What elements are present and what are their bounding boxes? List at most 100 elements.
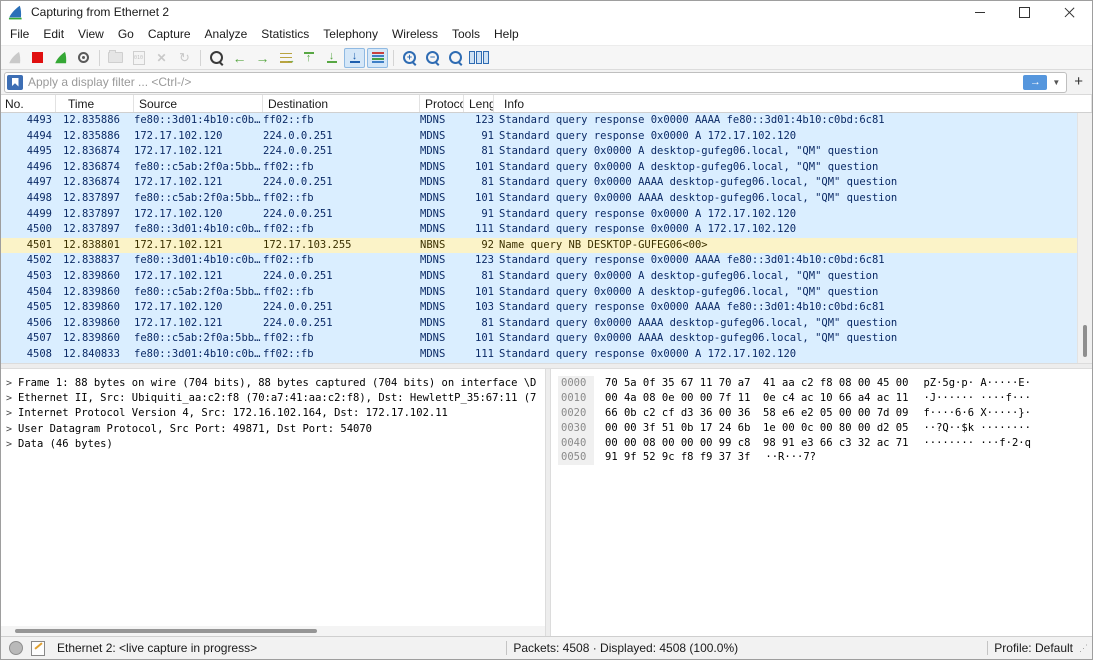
profile-text[interactable]: Profile: Default [994, 641, 1073, 655]
resize-columns-button[interactable] [468, 48, 489, 68]
capture-comment-icon[interactable] [31, 641, 45, 656]
packet-bytes-pane[interactable]: 000070 5a 0f 35 67 11 70 a7 41 aa c2 f8 … [551, 369, 1092, 636]
hex-ascii[interactable]: ·J······ ····f··· [923, 392, 1030, 404]
packet-row-4508[interactable]: 450812.840833fe80::3d01:4b10:c0b…ff02::f… [1, 347, 1092, 363]
column-header-source[interactable]: Source [134, 95, 263, 112]
menu-capture[interactable]: Capture [141, 24, 198, 44]
packet-row-4496[interactable]: 449612.836874fe80::c5ab:2f0a:5bb…ff02::f… [1, 160, 1092, 176]
hex-row-0040[interactable]: 004000 00 08 00 00 00 99 c8 98 91 e3 66 … [551, 436, 1092, 451]
column-header-info[interactable]: Info [499, 95, 1092, 112]
hex-bytes[interactable]: 00 00 08 00 00 00 99 c8 98 91 e3 66 c3 3… [605, 437, 908, 449]
detail-line-0[interactable]: >Frame 1: 88 bytes on wire (704 bits), 8… [1, 376, 545, 391]
add-filter-button[interactable]: + [1067, 73, 1089, 92]
hex-ascii[interactable]: f····6·6 X·····}· [923, 407, 1030, 419]
hex-ascii[interactable]: pZ·5g·p· A·····E· [923, 377, 1030, 389]
hex-row-0050[interactable]: 005091 9f 52 9c f8 f9 37 3f··R···7? [551, 450, 1092, 465]
detail-line-1[interactable]: >Ethernet II, Src: Ubiquiti_aa:c2:f8 (70… [1, 391, 545, 406]
hex-bytes[interactable]: 00 00 3f 51 0b 17 24 6b 1e 00 0c 00 80 0… [605, 422, 908, 434]
packet-row-4501[interactable]: 450112.838801172.17.102.121172.17.103.25… [1, 238, 1092, 254]
packet-row-4493[interactable]: 449312.835886fe80::3d01:4b10:c0b…ff02::f… [1, 113, 1092, 129]
packet-row-4505[interactable]: 450512.839860172.17.102.120224.0.0.251MD… [1, 300, 1092, 316]
details-horizontal-scrollbar[interactable] [1, 626, 545, 636]
go-forward-button[interactable]: → [252, 48, 273, 68]
detail-line-3[interactable]: >User Datagram Protocol, Src Port: 49871… [1, 422, 545, 437]
go-back-button[interactable]: ← [229, 48, 250, 68]
packet-row-4497[interactable]: 449712.836874172.17.102.121224.0.0.251MD… [1, 175, 1092, 191]
stop-capture-button[interactable] [27, 48, 48, 68]
display-filter-input[interactable] [26, 74, 1023, 90]
packet-row-4495[interactable]: 449512.836874172.17.102.121224.0.0.251MD… [1, 144, 1092, 160]
expand-chevron-icon[interactable]: > [6, 391, 18, 406]
zoom-reset-button[interactable] [445, 48, 466, 68]
maximize-button[interactable] [1002, 1, 1047, 23]
close-file-button[interactable]: ✕ [151, 48, 172, 68]
expand-chevron-icon[interactable]: > [6, 376, 18, 391]
go-to-top-button[interactable]: ↑ [298, 48, 319, 68]
column-header-length[interactable]: Length [464, 95, 494, 112]
menu-help[interactable]: Help [487, 24, 526, 44]
menu-go[interactable]: Go [111, 24, 141, 44]
minimize-button[interactable] [957, 1, 1002, 23]
scrollbar-thumb[interactable] [1083, 325, 1087, 357]
expert-info-icon[interactable] [9, 641, 23, 655]
save-file-button[interactable]: 010 [128, 48, 149, 68]
hex-ascii[interactable]: ··R···7? [765, 451, 816, 463]
packet-row-4506[interactable]: 450612.839860172.17.102.121224.0.0.251MD… [1, 316, 1092, 332]
scrollbar-thumb[interactable] [15, 629, 317, 633]
detail-line-4[interactable]: >Data (46 bytes) [1, 437, 545, 452]
menu-file[interactable]: File [3, 24, 36, 44]
go-to-bottom-button[interactable]: ↓ [321, 48, 342, 68]
restart-capture-button[interactable] [50, 48, 71, 68]
packet-row-4503[interactable]: 450312.839860172.17.102.121224.0.0.251MD… [1, 269, 1092, 285]
hex-bytes[interactable]: 66 0b c2 cf d3 36 00 36 58 e6 e2 05 00 0… [605, 407, 908, 419]
column-header-time[interactable]: Time [63, 95, 134, 112]
auto-scroll-toggle[interactable]: ↓ [344, 48, 365, 68]
filter-dropdown-caret-icon[interactable]: ▼ [1052, 78, 1060, 87]
packet-row-4500[interactable]: 450012.837897fe80::3d01:4b10:c0b…ff02::f… [1, 222, 1092, 238]
menu-tools[interactable]: Tools [445, 24, 487, 44]
hex-ascii[interactable]: ········ ···f·2·q [923, 437, 1030, 449]
hex-bytes[interactable]: 70 5a 0f 35 67 11 70 a7 41 aa c2 f8 08 0… [605, 377, 908, 389]
colorize-toggle[interactable] [367, 48, 388, 68]
go-to-packet-button[interactable]: → [275, 48, 296, 68]
hex-ascii[interactable]: ··?Q··$k ········ [923, 422, 1030, 434]
packet-row-4499[interactable]: 449912.837897172.17.102.120224.0.0.251MD… [1, 207, 1092, 223]
zoom-out-button[interactable]: − [422, 48, 443, 68]
zoom-in-button[interactable]: + [399, 48, 420, 68]
packet-row-4507[interactable]: 450712.839860fe80::c5ab:2f0a:5bb…ff02::f… [1, 331, 1092, 347]
start-capture-button[interactable] [4, 48, 25, 68]
apply-filter-button[interactable]: → [1023, 75, 1047, 90]
filter-bookmark-icon[interactable] [7, 75, 23, 90]
hex-bytes[interactable]: 91 9f 52 9c f8 f9 37 3f [605, 451, 750, 463]
menu-view[interactable]: View [71, 24, 111, 44]
reload-file-button[interactable]: ↻ [174, 48, 195, 68]
open-file-button[interactable] [105, 48, 126, 68]
detail-line-2[interactable]: >Internet Protocol Version 4, Src: 172.1… [1, 406, 545, 421]
display-filter-field[interactable]: → ▼ [4, 72, 1067, 93]
column-header-no[interactable]: No. [1, 95, 56, 112]
hex-bytes[interactable]: 00 4a 08 0e 00 00 7f 11 0e c4 ac 10 66 a… [605, 392, 908, 404]
expand-chevron-icon[interactable]: > [6, 422, 18, 437]
hex-row-0010[interactable]: 001000 4a 08 0e 00 00 7f 11 0e c4 ac 10 … [551, 391, 1092, 406]
packet-row-4502[interactable]: 450212.838837fe80::3d01:4b10:c0b…ff02::f… [1, 253, 1092, 269]
resize-grip-icon[interactable]: ⋰ [1073, 643, 1092, 654]
hex-row-0020[interactable]: 002066 0b c2 cf d3 36 00 36 58 e6 e2 05 … [551, 406, 1092, 421]
packet-row-4498[interactable]: 449812.837897fe80::c5ab:2f0a:5bb…ff02::f… [1, 191, 1092, 207]
menu-analyze[interactable]: Analyze [198, 24, 255, 44]
menu-statistics[interactable]: Statistics [254, 24, 316, 44]
packet-row-4494[interactable]: 449412.835886172.17.102.120224.0.0.251MD… [1, 129, 1092, 145]
menu-wireless[interactable]: Wireless [385, 24, 445, 44]
menu-telephony[interactable]: Telephony [316, 24, 385, 44]
hex-row-0030[interactable]: 003000 00 3f 51 0b 17 24 6b 1e 00 0c 00 … [551, 421, 1092, 436]
expand-chevron-icon[interactable]: > [6, 406, 18, 421]
column-header-destination[interactable]: Destination [263, 95, 420, 112]
menu-edit[interactable]: Edit [36, 24, 71, 44]
capture-options-button[interactable] [73, 48, 94, 68]
column-header-protocol[interactable]: Protocol [420, 95, 464, 112]
close-button[interactable] [1047, 1, 1092, 23]
packet-list-scrollbar[interactable] [1077, 113, 1092, 363]
packet-row-4504[interactable]: 450412.839860fe80::c5ab:2f0a:5bb…ff02::f… [1, 285, 1092, 301]
expand-chevron-icon[interactable]: > [6, 437, 18, 452]
find-packet-button[interactable] [206, 48, 227, 68]
hex-row-0000[interactable]: 000070 5a 0f 35 67 11 70 a7 41 aa c2 f8 … [551, 376, 1092, 391]
